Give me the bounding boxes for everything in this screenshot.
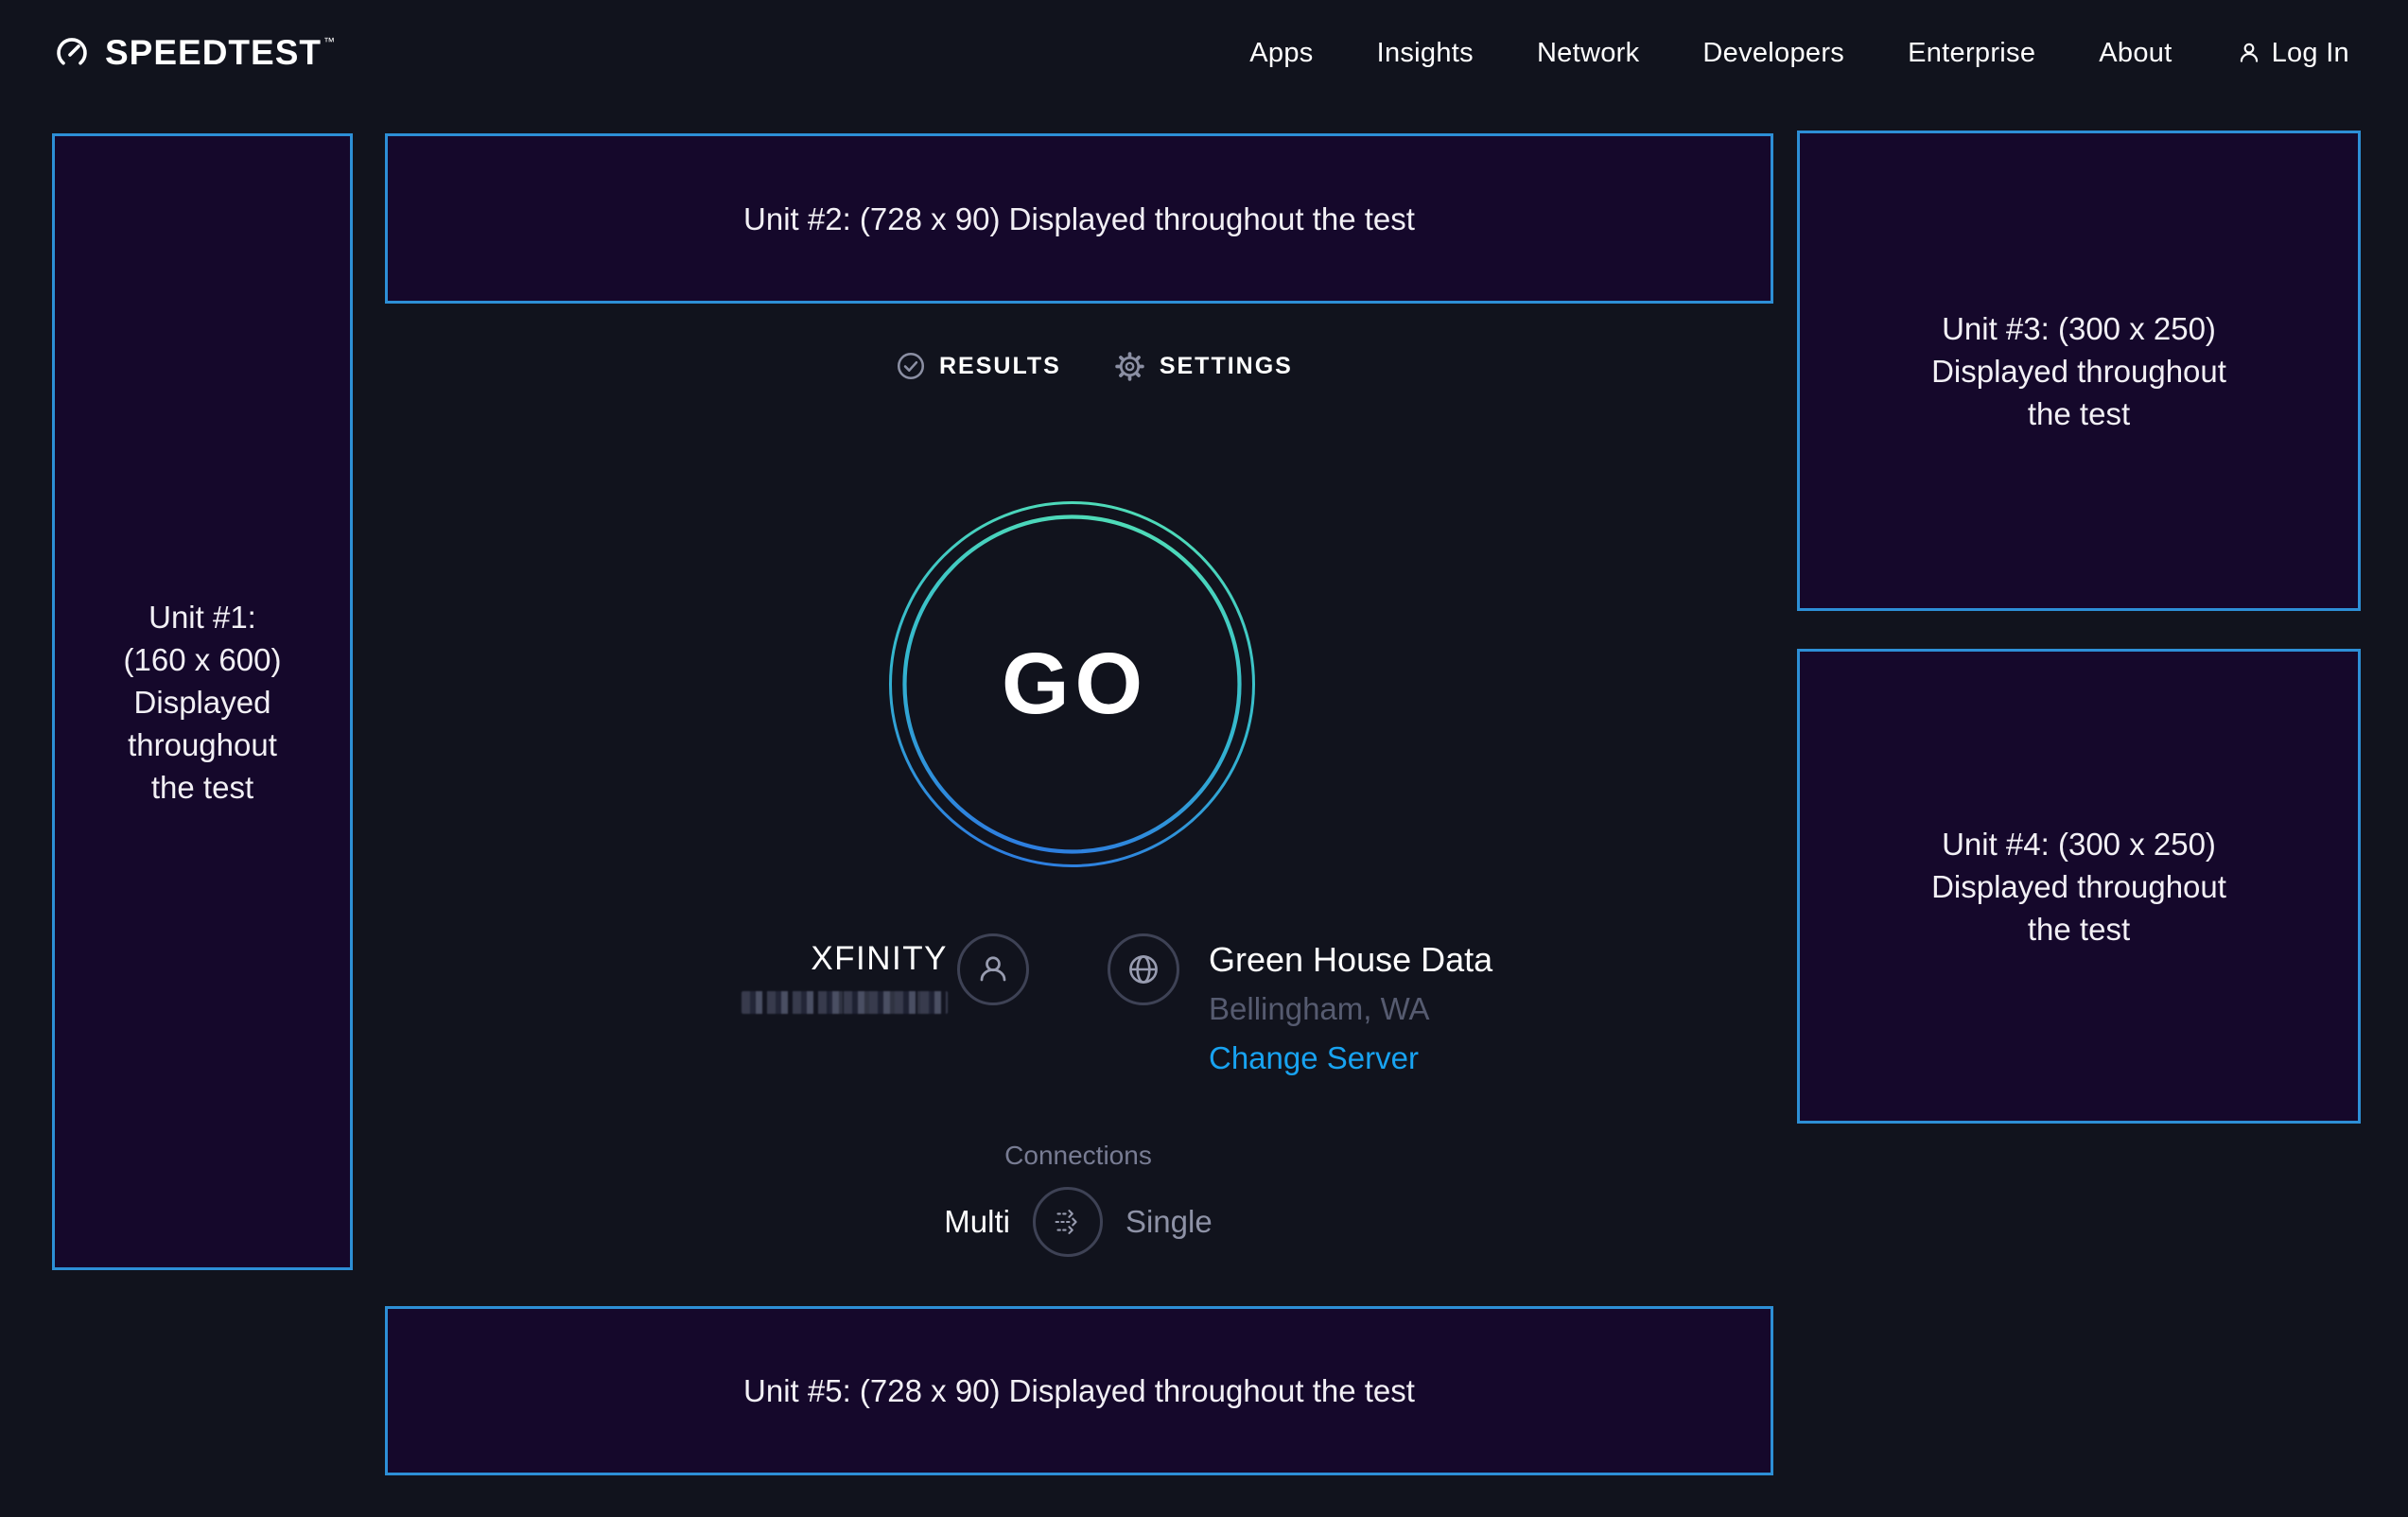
ad-unit-2-label: Unit #2: (728 x 90) Displayed throughout… — [743, 198, 1415, 240]
person-icon — [971, 948, 1015, 991]
isp-avatar — [957, 933, 1029, 1005]
nav-menu: Apps Insights Network Developers Enterpr… — [1249, 38, 2349, 69]
ad-unit-1-label: Unit #1: (160 x 600) Displayed throughou… — [124, 596, 282, 809]
gear-icon — [1112, 349, 1147, 384]
login-label: Log In — [2272, 38, 2349, 69]
ad-unit-3-label: Unit #3: (300 x 250) Displayed throughou… — [1931, 307, 2226, 435]
top-nav: SPEEDTEST™ Apps Insights Network Develop… — [0, 0, 2408, 106]
ad-unit-4[interactable]: Unit #4: (300 x 250) Displayed throughou… — [1797, 649, 2361, 1124]
ad-unit-5[interactable]: Unit #5: (728 x 90) Displayed throughout… — [385, 1306, 1773, 1475]
tab-results-label: RESULTS — [939, 353, 1061, 380]
connections-multi-option[interactable]: Multi — [944, 1204, 1010, 1240]
tab-settings[interactable]: SETTINGS — [1112, 349, 1293, 384]
nav-item-network[interactable]: Network — [1537, 38, 1639, 69]
nav-item-developers[interactable]: Developers — [1702, 38, 1844, 69]
ad-unit-5-label: Unit #5: (728 x 90) Displayed throughout… — [743, 1369, 1415, 1412]
speedtest-gauge-icon — [52, 33, 92, 73]
server-avatar — [1108, 933, 1179, 1005]
connections-label: Connections — [889, 1140, 1267, 1172]
isp-name: XFINITY — [742, 938, 948, 980]
multi-arrows-icon — [1048, 1202, 1088, 1242]
server-name: Green House Data — [1209, 938, 1492, 982]
ad-unit-2[interactable]: Unit #2: (728 x 90) Displayed throughout… — [385, 133, 1773, 304]
trademark-mark: ™ — [323, 35, 336, 48]
connections-row: Multi Single — [889, 1187, 1267, 1257]
ad-unit-1[interactable]: Unit #1: (160 x 600) Displayed throughou… — [52, 133, 353, 1270]
nav-item-insights[interactable]: Insights — [1377, 38, 1474, 69]
go-button[interactable]: GO — [887, 499, 1257, 869]
tab-settings-label: SETTINGS — [1160, 353, 1293, 380]
connections-toggle[interactable] — [1033, 1187, 1103, 1257]
view-tabs: RESULTS SETTINGS — [895, 346, 1293, 386]
change-server-link[interactable]: Change Server — [1209, 1038, 1419, 1078]
ad-unit-4-label: Unit #4: (300 x 250) Displayed throughou… — [1931, 823, 2226, 950]
nav-item-enterprise[interactable]: Enterprise — [1908, 38, 2035, 69]
speedtest-logo[interactable]: SPEEDTEST™ — [52, 33, 334, 73]
user-icon — [2236, 40, 2262, 66]
globe-icon — [1122, 948, 1165, 991]
nav-item-apps[interactable]: Apps — [1249, 38, 1313, 69]
login-button[interactable]: Log In — [2236, 38, 2349, 69]
isp-info: XFINITY — [742, 938, 948, 1014]
connections-single-option[interactable]: Single — [1125, 1204, 1213, 1240]
nav-item-about[interactable]: About — [2099, 38, 2172, 69]
check-circle-icon — [895, 350, 927, 382]
go-button-label: GO — [887, 499, 1257, 869]
redacted-ip-bar — [742, 991, 948, 1014]
ad-unit-3[interactable]: Unit #3: (300 x 250) Displayed throughou… — [1797, 131, 2361, 611]
server-location: Bellingham, WA — [1209, 989, 1492, 1029]
server-info: Green House Data Bellingham, WA Change S… — [1209, 938, 1492, 1078]
tab-results[interactable]: RESULTS — [895, 350, 1061, 382]
logo-wordmark: SPEEDTEST™ — [105, 33, 334, 73]
connections-section: Connections Multi Single — [889, 1140, 1267, 1257]
